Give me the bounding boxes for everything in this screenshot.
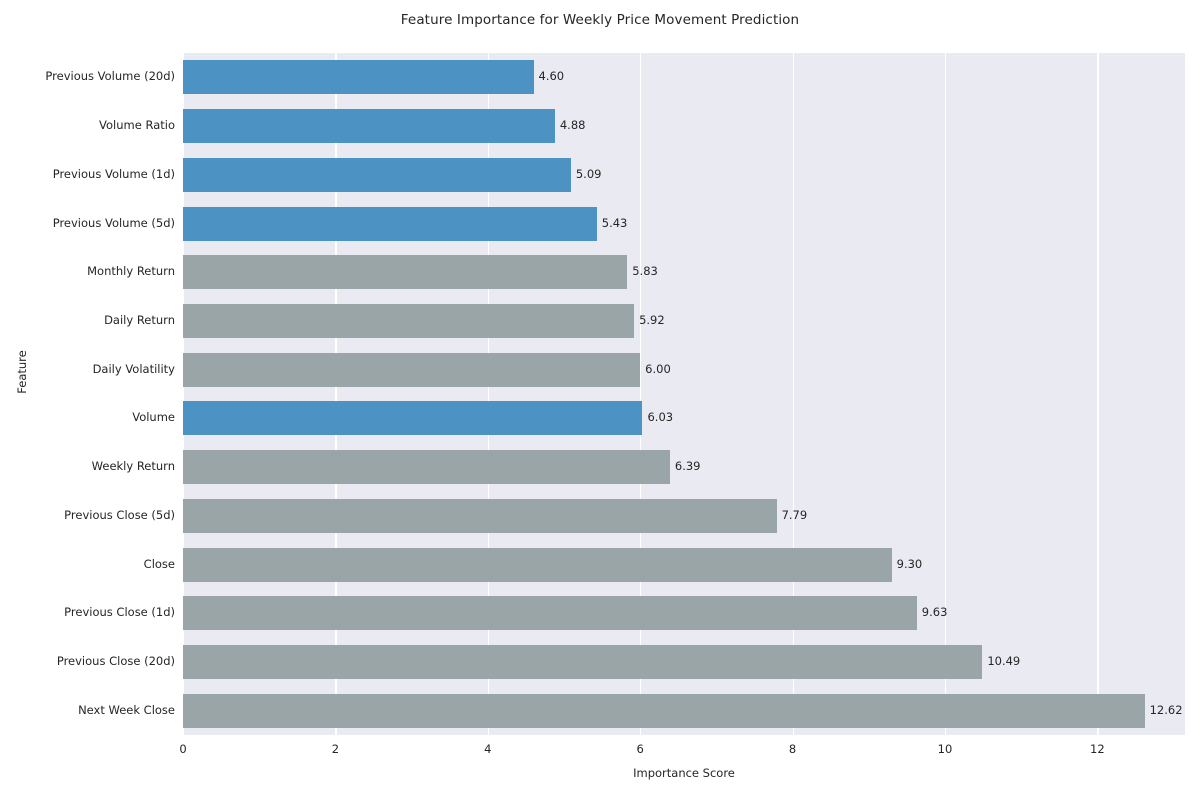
bar-value-label: 9.30: [896, 556, 923, 571]
bar[interactable]: [183, 401, 643, 436]
bar-value-label: 5.92: [639, 312, 665, 327]
bar-value-label: 5.43: [601, 215, 628, 230]
chart-figure: Feature Importance for Weekly Price Move…: [0, 0, 1200, 800]
bar-value-label: 5.09: [575, 166, 602, 181]
bar-value-label: 7.79: [781, 507, 808, 522]
bar[interactable]: [183, 206, 597, 241]
bar-value-label: 6.00: [645, 361, 671, 376]
bar[interactable]: [183, 693, 1145, 728]
y-axis-tick-label: Close: [143, 556, 175, 571]
bar-value-label: 6.39: [674, 459, 701, 474]
bar[interactable]: [183, 644, 983, 679]
x-axis-tick-label: 0: [179, 742, 187, 756]
y-axis-tick-label: Previous Volume (1d): [52, 166, 175, 181]
x-axis-tick-label: 2: [331, 742, 340, 756]
y-axis-tick-label: Next Week Close: [78, 702, 175, 717]
x-axis-tick-label: 12: [1090, 742, 1105, 756]
bar[interactable]: [183, 157, 571, 192]
bar-value-label: 9.63: [921, 605, 948, 620]
y-axis-tick-label: Daily Return: [104, 312, 175, 327]
x-axis-tick-label: 4: [484, 742, 492, 756]
chart-title: Feature Importance for Weekly Price Move…: [400, 12, 800, 28]
bar-value-label: 5.83: [632, 264, 658, 279]
x-axis-tick-labels: 0 2 4 6 8 10 12: [179, 735, 1185, 765]
y-axis-title: Feature: [15, 350, 29, 394]
bar[interactable]: [183, 596, 917, 631]
bar[interactable]: [183, 547, 892, 582]
bar[interactable]: [183, 255, 628, 290]
bar-value-label: 10.49: [987, 653, 1021, 668]
bar[interactable]: [183, 352, 641, 387]
x-axis-tick-label: 8: [788, 742, 797, 756]
bar-value-label: 6.03: [647, 410, 674, 425]
y-axis-tick-label: Monthly Return: [87, 264, 175, 279]
bar-value-label: 4.60: [538, 69, 565, 84]
y-axis-tick-label: Weekly Return: [91, 459, 175, 474]
y-axis-tick-label: Previous Close (1d): [64, 605, 175, 620]
y-axis-tick-label: Previous Volume (5d): [52, 215, 175, 230]
bars-container: 4.60 4.88 5.09 5.43 5.83 5.92 6.00 6.03 6.39 7.79…: [183, 53, 1185, 735]
bar[interactable]: [183, 109, 555, 144]
plot-area: 4.60 4.88 5.09 5.43 5.83 5.92 6.00 6.03 6.39 7.79…: [183, 53, 1185, 735]
y-axis-tick-label: Previous Volume (20d): [45, 69, 175, 84]
bar[interactable]: [183, 498, 777, 533]
bar-value-label: 12.62: [1149, 702, 1183, 717]
y-axis-tick-label: Previous Close (5d): [64, 507, 175, 522]
bar[interactable]: [183, 60, 534, 95]
y-axis-tick-label: Volume: [132, 410, 175, 425]
x-axis-tick-label: 6: [636, 742, 644, 756]
y-axis-tick-label: Volume Ratio: [99, 118, 175, 133]
x-axis-title: Importance Score: [633, 766, 735, 780]
y-axis-tick-label: Previous Close (20d): [56, 653, 175, 668]
bar[interactable]: [183, 303, 635, 338]
bar-value-label: 4.88: [559, 118, 586, 133]
bar[interactable]: [183, 450, 670, 485]
x-axis-tick-label: 10: [937, 742, 953, 756]
